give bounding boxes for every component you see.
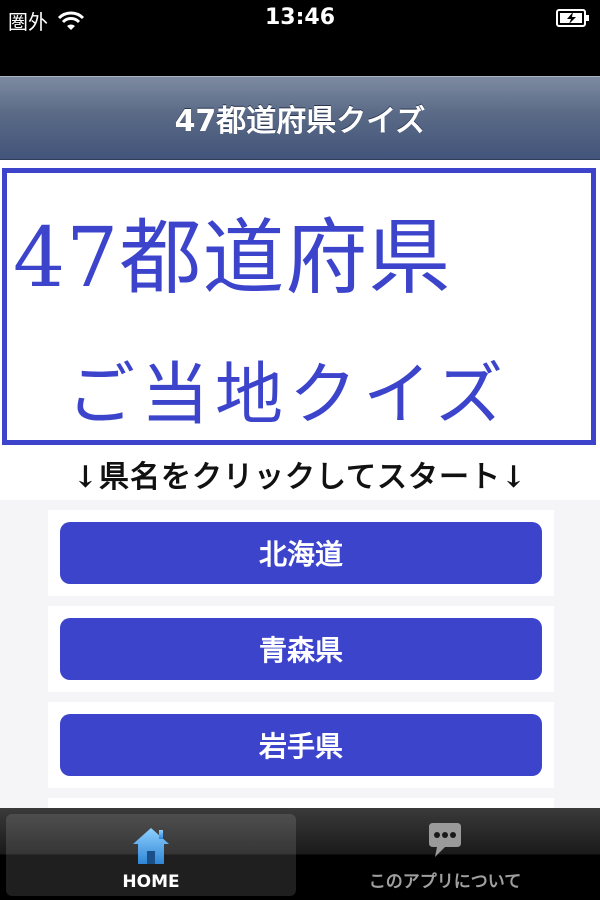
prefecture-button-hokkaido[interactable]: 北海道 — [60, 522, 542, 584]
banner-subtitle: ご当地クイズ — [67, 356, 509, 435]
list-item: 岩手県 — [48, 702, 554, 788]
tab-home[interactable]: HOME — [6, 814, 296, 896]
list-item-partial — [48, 798, 554, 808]
tab-about-label: このアプリについて — [368, 872, 522, 892]
page-title: 47都道府県クイズ — [174, 104, 426, 139]
status-time: 13:46 — [264, 5, 336, 30]
prefecture-button-iwate[interactable]: 岩手県 — [60, 714, 542, 776]
title-banner: 47都道府県 ご当地クイズ — [2, 168, 596, 445]
prefecture-button-aomori[interactable]: 青森県 — [60, 618, 542, 680]
tab-home-label: HOME — [122, 872, 180, 892]
home-icon — [133, 828, 169, 864]
tab-about-app[interactable]: このアプリについて — [300, 814, 590, 896]
speech-bubble-icon — [429, 823, 461, 857]
list-item: 北海道 — [48, 510, 554, 596]
banner-area: 47都道府県 ご当地クイズ ↓県名をクリックしてスタート↓ — [0, 160, 600, 500]
navigation-bar: 47都道府県クイズ — [0, 76, 600, 160]
banner-title: 47都道府県 — [13, 211, 452, 306]
list-item: 青森県 — [48, 606, 554, 692]
status-bar: 圏外 13:46 — [0, 0, 600, 40]
tab-bar: HOME このアプリについて — [0, 808, 600, 900]
content-area[interactable]: 47都道府県 ご当地クイズ ↓県名をクリックしてスタート↓ 北海道 青森県 岩手… — [0, 160, 600, 808]
battery-charging-icon — [556, 9, 589, 27]
start-instruction: ↓県名をクリックしてスタート↓ — [72, 460, 528, 495]
